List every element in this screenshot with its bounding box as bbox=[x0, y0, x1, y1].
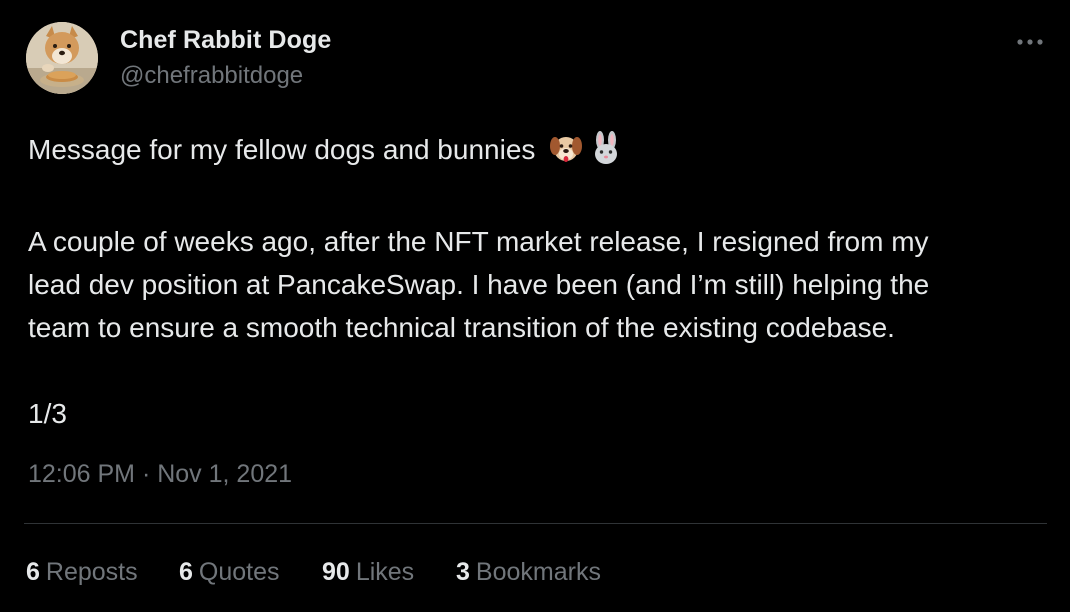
reposts-count: 6 bbox=[26, 558, 40, 586]
avatar-image bbox=[26, 22, 98, 94]
avatar[interactable] bbox=[26, 22, 98, 94]
author-handle[interactable]: @chefrabbitdoge bbox=[120, 62, 303, 90]
tweet-line: A couple of weeks ago, after the NFT mar… bbox=[28, 226, 929, 257]
tweet-card: Chef Rabbit Doge @chefrabbitdoge Message… bbox=[0, 0, 1070, 612]
bookmarks-stat[interactable]: 3 Bookmarks bbox=[456, 558, 601, 587]
likes-stat[interactable]: 90 Likes bbox=[322, 558, 414, 587]
reposts-label: Reposts bbox=[45, 558, 138, 586]
bookmarks-count: 3 bbox=[456, 558, 470, 586]
tweet-text: Message for my fellow dogs and bunnies A… bbox=[28, 128, 1043, 435]
likes-count: 90 bbox=[322, 558, 350, 586]
tweet-line: team to ensure a smooth technical transi… bbox=[28, 312, 895, 343]
tweet-timestamp[interactable]: 12:06 PM · Nov 1, 2021 bbox=[28, 460, 292, 489]
tweet-line: lead dev position at PancakeSwap. I have… bbox=[28, 269, 930, 300]
reposts-stat[interactable]: 6 Reposts bbox=[26, 558, 138, 587]
quotes-label: Quotes bbox=[198, 558, 280, 586]
thread-counter: 1/3 bbox=[28, 398, 67, 429]
quotes-count: 6 bbox=[179, 558, 193, 586]
likes-label: Likes bbox=[355, 558, 415, 586]
bookmarks-label: Bookmarks bbox=[475, 558, 601, 586]
divider bbox=[24, 523, 1047, 524]
dog-face-emoji bbox=[549, 131, 583, 177]
tweet-line: Message for my fellow dogs and bunnies bbox=[28, 128, 1043, 177]
more-options-button[interactable] bbox=[1010, 28, 1050, 56]
quotes-stat[interactable]: 6 Quotes bbox=[179, 558, 280, 587]
ellipsis-icon bbox=[1017, 39, 1043, 45]
rabbit-face-emoji bbox=[589, 131, 623, 177]
tweet-intro-text: Message for my fellow dogs and bunnies bbox=[28, 134, 536, 165]
author-display-name[interactable]: Chef Rabbit Doge bbox=[120, 26, 331, 55]
